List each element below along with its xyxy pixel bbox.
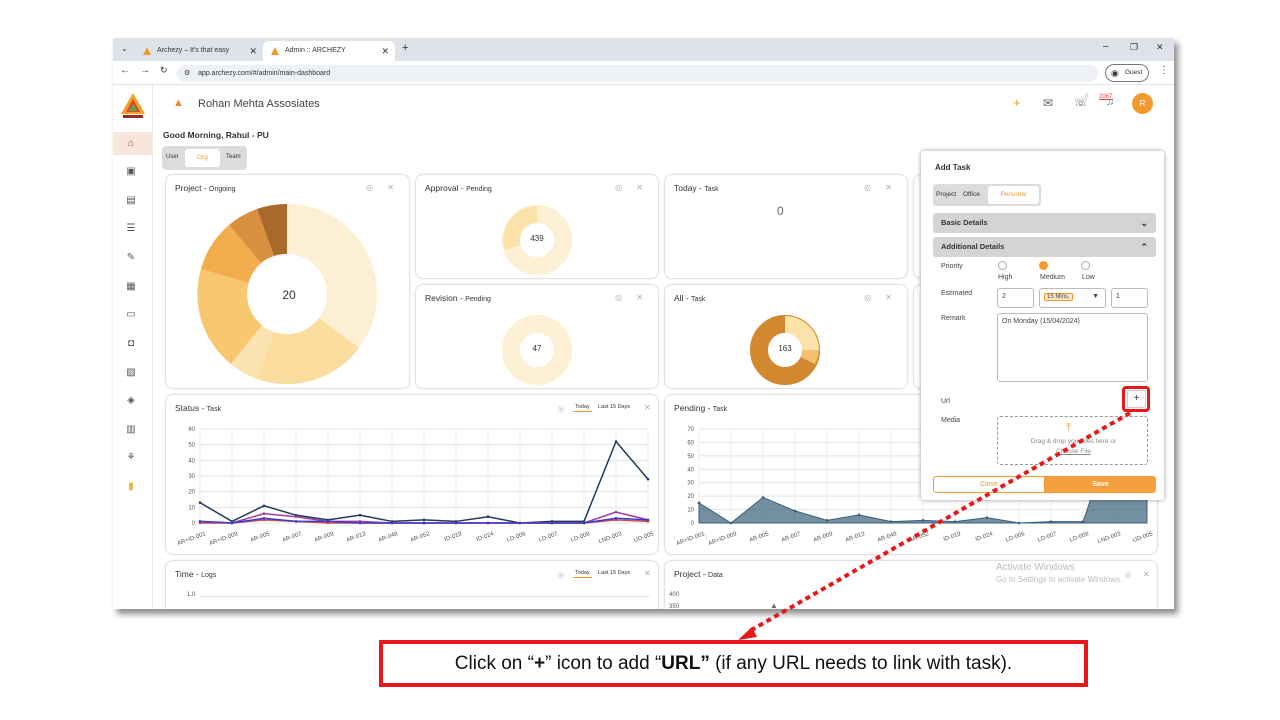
annotation-arrow xyxy=(738,411,1131,640)
callout-plus: + xyxy=(533,653,546,674)
callout-url: URL” xyxy=(661,653,710,674)
instruction-callout: Click on “+” icon to add “URL” (if any U… xyxy=(379,640,1088,687)
callout-text: ” icon to add “ xyxy=(545,653,662,674)
callout-text: (if any URL needs to link with task). xyxy=(709,653,1013,674)
callout-text: Click on “ xyxy=(454,653,534,674)
